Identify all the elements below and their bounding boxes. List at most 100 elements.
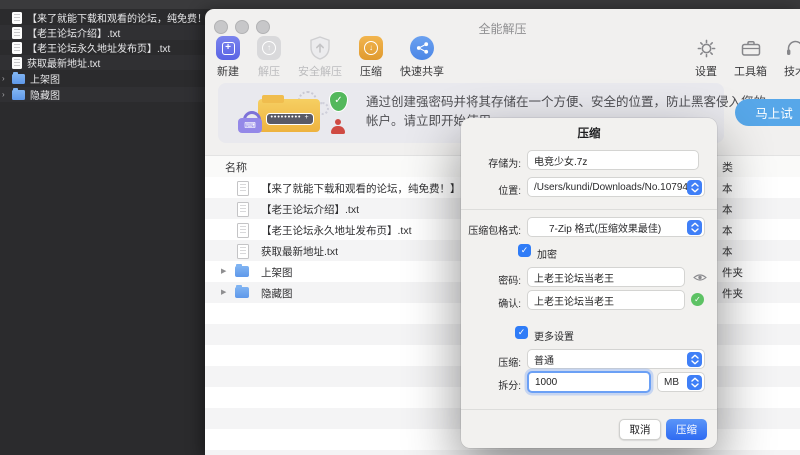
stepper-icon[interactable] xyxy=(687,352,702,367)
text-file-icon xyxy=(237,202,249,217)
folder-name: 上架图 xyxy=(30,71,60,86)
password-dots-icon: ••••••••• + xyxy=(266,113,314,125)
file-name: 【老王论坛介绍】.txt xyxy=(261,202,359,217)
disclosure-triangle-icon[interactable]: ▶ xyxy=(221,267,226,275)
save-as-input[interactable] xyxy=(527,150,699,170)
toolbar-settings-button[interactable]: 设置 xyxy=(694,36,718,79)
split-unit-value: MB xyxy=(664,377,679,388)
folder-icon xyxy=(235,266,249,277)
check-circle-icon xyxy=(691,293,704,306)
folder-icon xyxy=(12,74,25,84)
format-value: 7-Zip 格式(压缩效果最佳) xyxy=(549,220,661,235)
lock-icon xyxy=(238,111,262,133)
stepper-icon[interactable] xyxy=(687,220,702,235)
stepper-icon[interactable] xyxy=(687,180,702,195)
password-label: 密码: xyxy=(498,272,521,287)
try-now-button[interactable]: 马上试 xyxy=(735,99,800,126)
file-name: 获取最新地址.txt xyxy=(27,55,100,70)
toolbar-quick-share-button[interactable]: 快速共享 xyxy=(400,36,444,79)
list-item[interactable]: › 隐藏图 xyxy=(0,87,205,102)
chevron-right-icon[interactable]: › xyxy=(0,90,12,99)
7zip-file-icon xyxy=(534,221,544,233)
split-label: 拆分: xyxy=(498,377,521,392)
disclosure-triangle-icon[interactable]: ▶ xyxy=(221,288,226,296)
folder-icon xyxy=(235,287,249,298)
list-item[interactable]: 【老王论坛永久地址发布页】.txt xyxy=(0,40,205,55)
more-settings-label: 更多设置 xyxy=(534,328,574,343)
text-file-icon xyxy=(12,27,22,39)
folder-name: 隐藏图 xyxy=(30,87,60,102)
gear-icon xyxy=(694,36,718,60)
file-name: 【老王论坛介绍】.txt xyxy=(27,25,120,40)
split-unit-select[interactable]: MB xyxy=(657,372,705,392)
text-file-icon xyxy=(12,42,22,54)
location-select[interactable]: /Users/kundi/Downloads/No.10794... xyxy=(527,177,705,197)
confirm-label: 确认: xyxy=(498,295,521,310)
briefcase-icon xyxy=(739,36,763,60)
toolbar-extract-button[interactable]: ↑ 解压 xyxy=(257,36,281,79)
file-name: 【来了就能下载和观看的论坛，纯免费！】.txt xyxy=(261,181,475,196)
file-name: 【老王论坛永久地址发布页】.txt xyxy=(261,223,412,238)
text-file-icon xyxy=(237,181,249,196)
toolbar-support-button[interactable]: 技术 xyxy=(783,36,800,79)
folder-name: 上架图 xyxy=(261,265,293,280)
file-name: 获取最新地址.txt xyxy=(261,244,338,259)
text-file-icon xyxy=(237,244,249,259)
shield-check-icon: ✓ xyxy=(329,91,348,112)
save-as-label: 存储为: xyxy=(488,155,521,170)
file-name: 【来了就能下载和观看的论坛，纯免费！】 xyxy=(27,10,205,25)
toolbar-compress-button[interactable]: ↓ 压缩 xyxy=(359,36,383,79)
file-kind: 本 xyxy=(722,223,733,238)
location-value: /Users/kundi/Downloads/No.10794... xyxy=(534,182,696,193)
shield-extract-icon xyxy=(308,36,332,60)
encrypt-checkbox[interactable] xyxy=(518,244,531,257)
compression-level-select[interactable]: 普通 xyxy=(527,349,705,369)
toolbar-right: 设置 工具箱 xyxy=(694,36,800,79)
stepper-icon[interactable] xyxy=(687,375,702,390)
dialog-title: 压缩 xyxy=(461,125,717,141)
file-kind: 本 xyxy=(722,202,733,217)
divider xyxy=(461,409,717,410)
list-item[interactable]: 【老王论坛介绍】.txt xyxy=(0,25,205,40)
format-select[interactable]: 7-Zip 格式(压缩效果最佳) xyxy=(527,217,705,237)
file-kind: 件夹 xyxy=(722,265,743,280)
folder-icon xyxy=(12,90,25,100)
compress-icon: ↓ xyxy=(359,36,383,60)
background-window-top-strip xyxy=(0,0,800,9)
split-size-input[interactable] xyxy=(527,371,651,393)
blocked-hacker-icon xyxy=(331,119,345,135)
compress-dialog: 压缩 存储为: 位置: /Users/kundi/Downloads/No.10… xyxy=(461,118,717,448)
share-icon xyxy=(410,36,434,60)
more-settings-checkbox[interactable] xyxy=(515,326,528,339)
password-input[interactable] xyxy=(527,267,685,287)
cancel-button[interactable]: 取消 xyxy=(619,419,661,440)
file-name: 【老王论坛永久地址发布页】.txt xyxy=(27,40,170,55)
level-value: 普通 xyxy=(534,352,554,367)
list-item[interactable]: › 上架图 xyxy=(0,71,205,86)
text-file-icon xyxy=(12,12,22,24)
toolbar-toolbox-button[interactable]: 工具箱 xyxy=(734,36,767,79)
chevron-right-icon[interactable]: › xyxy=(0,74,12,83)
compress-button[interactable]: 压缩 xyxy=(666,419,707,440)
toolbar-safe-extract-button[interactable]: 安全解压 xyxy=(298,36,342,79)
toolbar-new-button[interactable]: + 新建 xyxy=(216,36,240,79)
window-title: 全能解压 xyxy=(205,20,800,37)
list-item[interactable]: 获取最新地址.txt xyxy=(0,55,205,70)
text-file-icon xyxy=(237,223,249,238)
screen: 【来了就能下载和观看的论坛，纯免费！】 【老王论坛介绍】.txt 【老王论坛永久… xyxy=(0,0,800,455)
background-window-file-list: 【来了就能下载和观看的论坛，纯免费！】 【老王论坛介绍】.txt 【老王论坛永久… xyxy=(0,9,205,455)
name-column-header[interactable]: 名称 xyxy=(225,159,247,175)
file-kind: 本 xyxy=(722,181,733,196)
kind-column-header[interactable]: 类 xyxy=(722,159,733,175)
level-label: 压缩: xyxy=(498,354,521,369)
new-archive-icon: + xyxy=(216,36,240,60)
text-file-icon xyxy=(12,57,22,69)
eye-icon[interactable] xyxy=(693,272,707,283)
divider xyxy=(461,209,717,210)
location-label: 位置: xyxy=(498,182,521,197)
list-item[interactable]: 【来了就能下载和观看的论坛，纯免费！】 xyxy=(0,10,205,25)
encrypt-label: 加密 xyxy=(537,246,557,261)
banner-line1: 通过创建强密码并将其存储在一个方便、安全的位置，防止黑客侵入您的 xyxy=(366,93,716,112)
confirm-password-input[interactable] xyxy=(527,290,685,310)
file-kind: 件夹 xyxy=(722,286,743,301)
